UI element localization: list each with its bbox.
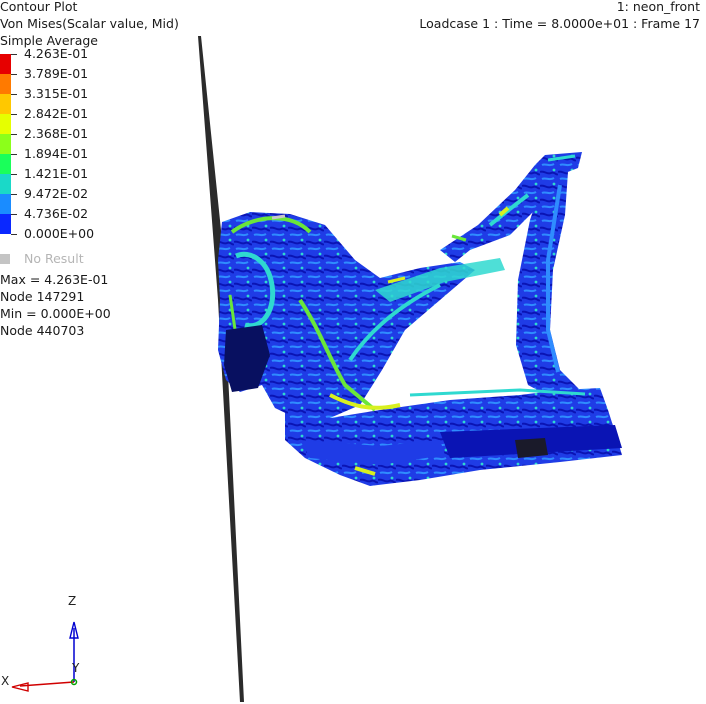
axis-triad [11, 621, 79, 692]
x-axis-label: X [1, 674, 10, 688]
x-axis-arrow [11, 682, 29, 692]
vehicle-mesh[interactable] [218, 152, 622, 486]
z-axis-label: Z [68, 594, 77, 608]
viewport[interactable] [0, 0, 706, 704]
y-axis-label: Y [72, 661, 80, 675]
